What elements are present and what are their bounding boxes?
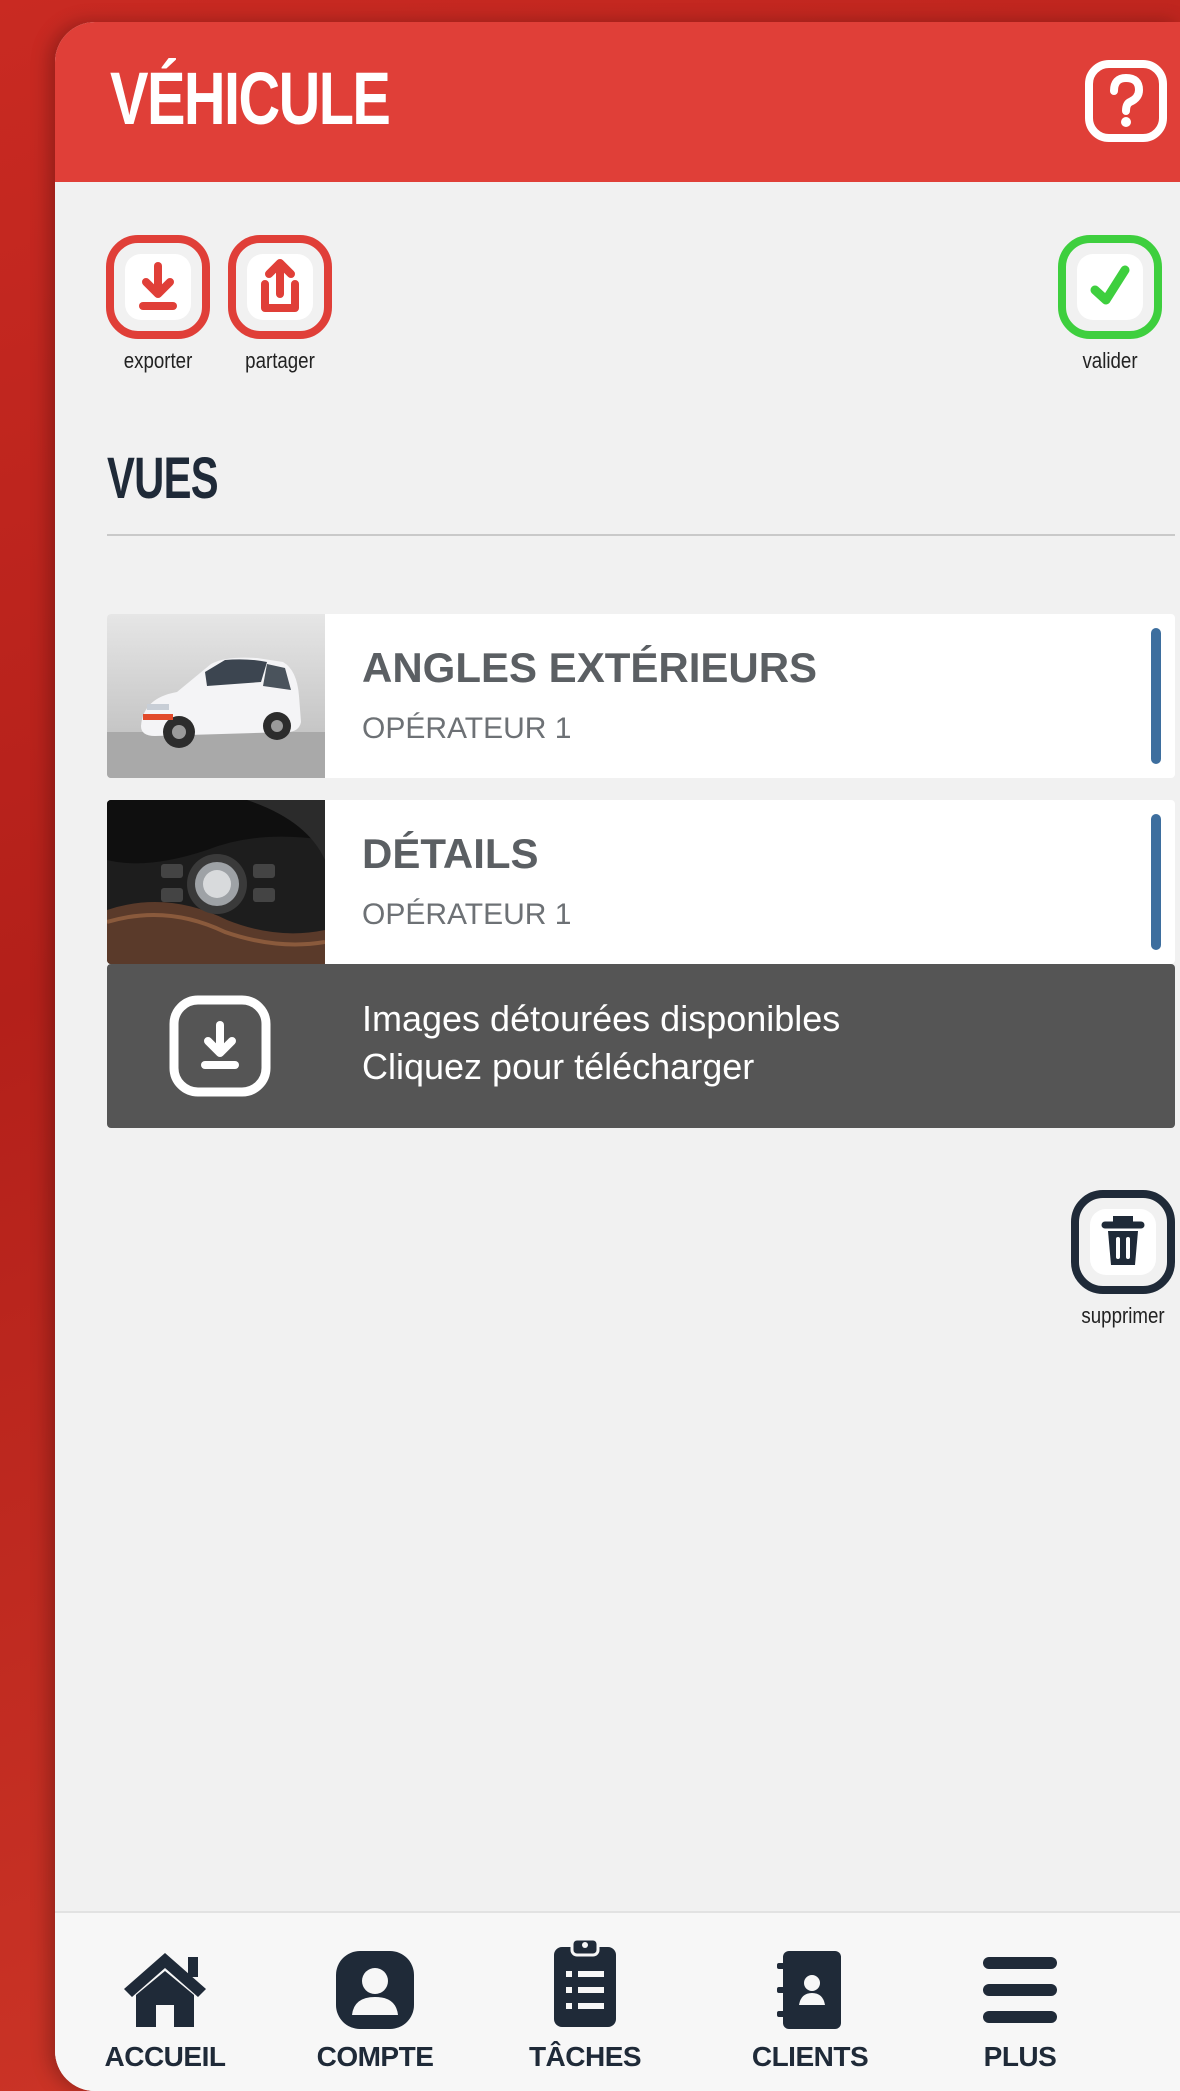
nav-item-compte[interactable]: COMPTE (265, 1913, 485, 2091)
view-name: DÉTAILS (362, 830, 539, 877)
share-button[interactable]: partager (225, 232, 335, 374)
interior-details-thumbnail (107, 800, 325, 964)
delete-button[interactable]: supprimer (1063, 1187, 1180, 1329)
delete-label: supprimer (1081, 1303, 1165, 1328)
header-bar: VÉHICULE (55, 22, 1180, 182)
nav-label: CLIENTS (751, 2041, 869, 2072)
download-icon (169, 995, 271, 1097)
nav-item-taches[interactable]: TÂCHES (475, 1913, 695, 2091)
banner-subtitle: Cliquez pour télécharger (362, 1046, 755, 1087)
menu-icon (983, 1957, 1057, 2023)
download-icon (106, 235, 210, 339)
view-operator: OPÉRATEUR 1 (362, 898, 572, 931)
share-icon (228, 235, 332, 339)
view-operator: OPÉRATEUR 1 (362, 712, 572, 745)
nav-item-clients[interactable]: CLIENTS (700, 1913, 920, 2091)
view-status-indicator (1151, 814, 1161, 950)
nav-label: PLUS (983, 2041, 1057, 2072)
validate-button[interactable]: valider (1055, 232, 1165, 374)
address-book-icon (777, 1951, 841, 2029)
checkmark-icon (1058, 235, 1162, 339)
view-status-indicator (1151, 628, 1161, 764)
download-cutout-images-banner[interactable]: Images détourées disponibles Cliquez pou… (107, 964, 1175, 1128)
view-item-details[interactable]: DÉTAILS OPÉRATEUR 1 (107, 800, 1175, 964)
nav-item-accueil[interactable]: ACCUEIL (55, 1913, 275, 2091)
help-button[interactable] (1083, 58, 1169, 144)
section-divider (107, 534, 1175, 536)
clipboard-list-icon (554, 1937, 616, 2027)
share-label: partager (245, 348, 315, 373)
trash-icon (1071, 1190, 1175, 1294)
vehicle-panel: VÉHICULE exporter partager valider VUES … (55, 22, 1180, 2091)
page-title: VÉHICULE (110, 57, 391, 140)
question-mark-icon (1085, 60, 1167, 142)
banner-title: Images détourées disponibles (362, 998, 841, 1039)
validate-label: valider (1082, 348, 1138, 373)
views-section-title: VUES (107, 446, 219, 511)
home-icon (124, 1953, 206, 2027)
bottom-navigation: ACCUEIL COMPTE TÂCHES CLIENTS PLUS (55, 1911, 1180, 2091)
view-item-exterior-angles[interactable]: ANGLES EXTÉRIEURS OPÉRATEUR 1 (107, 614, 1175, 778)
export-label: exporter (123, 348, 193, 373)
nav-item-plus[interactable]: PLUS (910, 1913, 1130, 2091)
export-button[interactable]: exporter (103, 232, 213, 374)
nav-label: TÂCHES (528, 2041, 642, 2072)
view-name: ANGLES EXTÉRIEURS (362, 644, 818, 691)
nav-label: COMPTE (316, 2041, 434, 2072)
user-icon (336, 1951, 414, 2029)
nav-label: ACCUEIL (104, 2041, 226, 2072)
exterior-car-thumbnail (107, 614, 325, 778)
